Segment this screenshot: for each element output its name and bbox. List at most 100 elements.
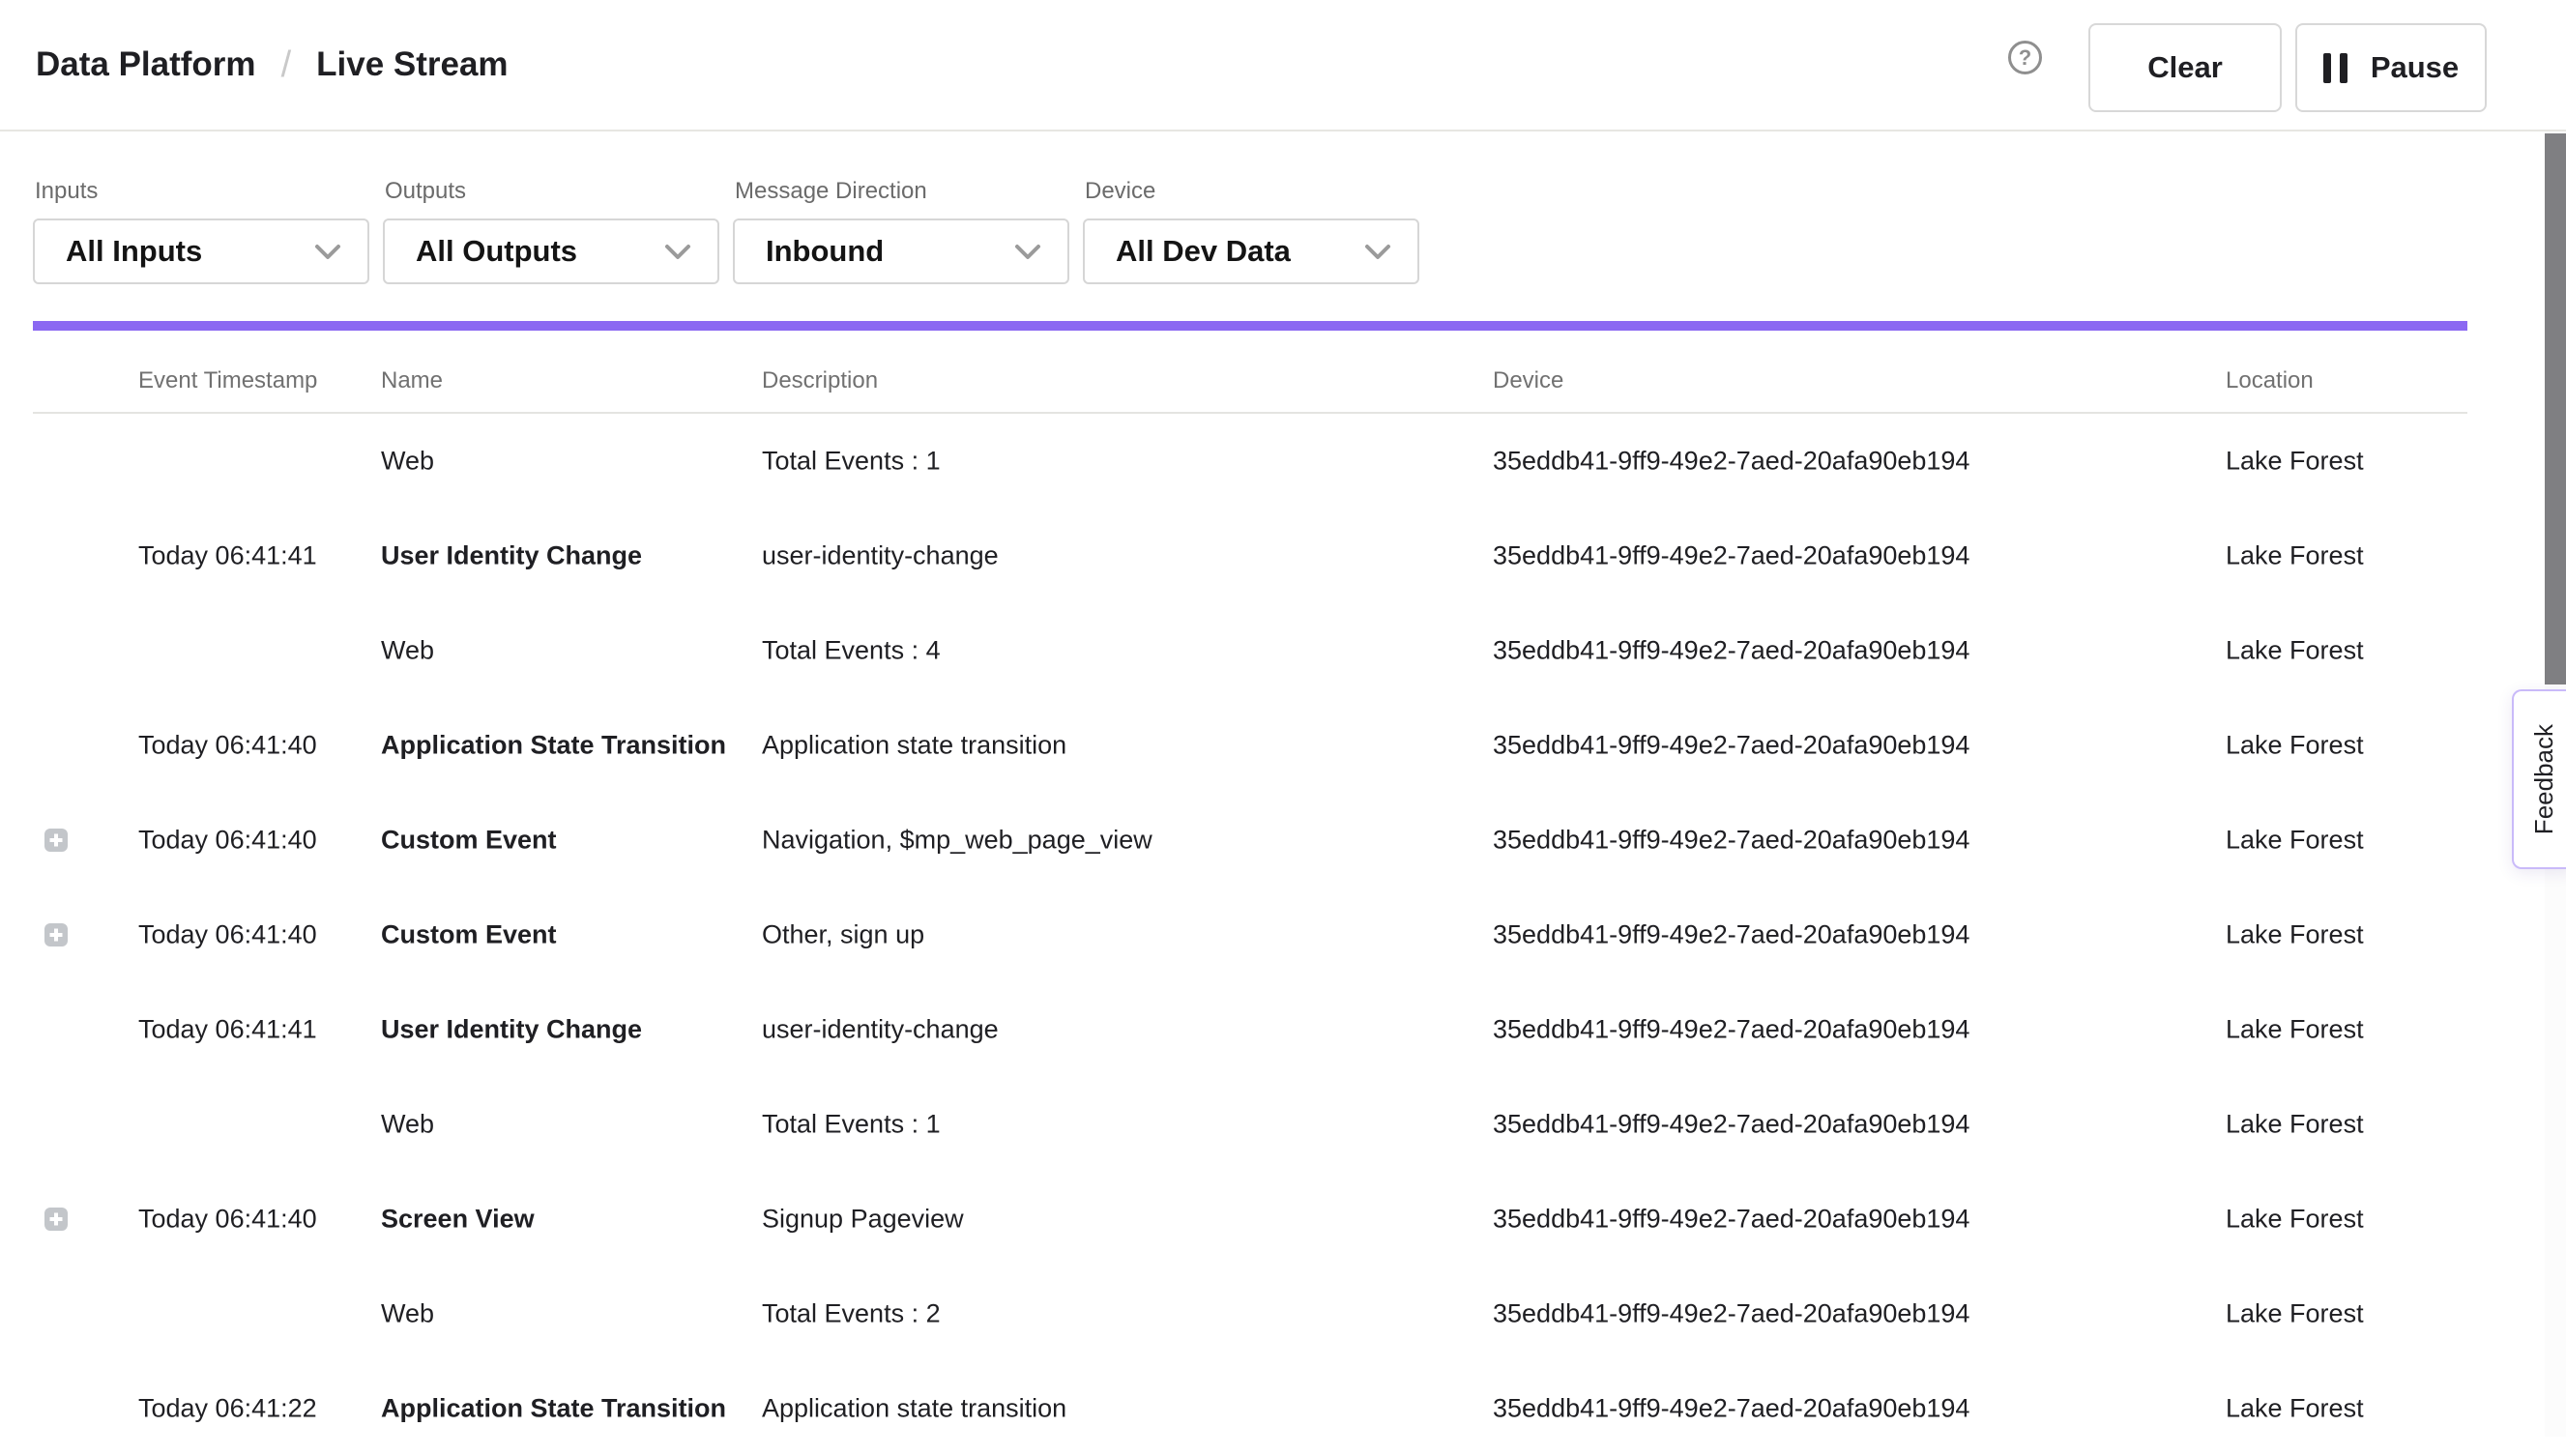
expand-row-button[interactable] bbox=[44, 923, 68, 946]
breadcrumb-item-data-platform[interactable]: Data Platform bbox=[36, 45, 256, 84]
event-timestamp: Today 06:41:40 bbox=[138, 731, 317, 761]
chevron-down-icon bbox=[1363, 243, 1392, 261]
event-name: User Identity Change bbox=[381, 541, 642, 571]
event-description: Total Events : 4 bbox=[762, 636, 941, 666]
filter-inputs: Inputs All Inputs bbox=[33, 178, 369, 284]
filter-select[interactable]: All Inputs bbox=[33, 218, 369, 284]
table-row[interactable]: Web Total Events : 1 35eddb41-9ff9-49e2-… bbox=[0, 414, 2566, 509]
event-location: Lake Forest bbox=[2226, 731, 2364, 761]
event-description: Total Events : 1 bbox=[762, 447, 941, 477]
expand-cell bbox=[44, 1018, 68, 1041]
event-timestamp: Today 06:41:41 bbox=[138, 1015, 317, 1045]
chevron-down-icon bbox=[663, 243, 692, 261]
event-device: 35eddb41-9ff9-49e2-7aed-20afa90eb194 bbox=[1493, 636, 1969, 666]
table-row[interactable]: Today 06:41:40 Custom Event Other, sign … bbox=[0, 888, 2566, 982]
filter-label: Inputs bbox=[35, 178, 369, 207]
filter-select[interactable]: All Dev Data bbox=[1083, 218, 1419, 284]
help-icon[interactable]: ? bbox=[2008, 41, 2042, 74]
pause-icon bbox=[2323, 53, 2347, 83]
event-location: Lake Forest bbox=[2226, 826, 2364, 856]
column-header-description: Description bbox=[762, 367, 878, 394]
expand-cell bbox=[44, 639, 68, 662]
event-description: Navigation, $mp_web_page_view bbox=[762, 826, 1152, 856]
event-timestamp: Today 06:41:40 bbox=[138, 1205, 317, 1235]
event-device: 35eddb41-9ff9-49e2-7aed-20afa90eb194 bbox=[1493, 1205, 1969, 1235]
scrollbar-thumb[interactable] bbox=[2545, 133, 2566, 684]
filter-label: Outputs bbox=[385, 178, 719, 207]
filter-select[interactable]: Inbound bbox=[733, 218, 1069, 284]
table-row[interactable]: Web Total Events : 1 35eddb41-9ff9-49e2-… bbox=[0, 1077, 2566, 1172]
event-name: Web bbox=[381, 1110, 434, 1140]
event-name: Screen View bbox=[381, 1205, 535, 1235]
event-timestamp: Today 06:41:22 bbox=[138, 1394, 317, 1424]
event-location: Lake Forest bbox=[2226, 1299, 2364, 1329]
event-location: Lake Forest bbox=[2226, 447, 2364, 477]
event-description: Signup Pageview bbox=[762, 1205, 964, 1235]
event-location: Lake Forest bbox=[2226, 1015, 2364, 1045]
event-location: Lake Forest bbox=[2226, 1110, 2364, 1140]
filter-select[interactable]: All Outputs bbox=[383, 218, 719, 284]
stream-progress-bar bbox=[33, 321, 2467, 331]
event-device: 35eddb41-9ff9-49e2-7aed-20afa90eb194 bbox=[1493, 1110, 1969, 1140]
event-table-body: Web Total Events : 1 35eddb41-9ff9-49e2-… bbox=[0, 414, 2566, 1456]
page-header: Data Platform / Live Stream ? Clear Paus… bbox=[0, 0, 2566, 131]
event-description: Total Events : 1 bbox=[762, 1110, 941, 1140]
event-description: Application state transition bbox=[762, 731, 1066, 761]
event-device: 35eddb41-9ff9-49e2-7aed-20afa90eb194 bbox=[1493, 826, 1969, 856]
expand-cell bbox=[44, 1113, 68, 1136]
table-row[interactable]: Today 06:41:40 Screen View Signup Pagevi… bbox=[0, 1172, 2566, 1267]
chevron-down-icon bbox=[313, 243, 342, 261]
event-location: Lake Forest bbox=[2226, 1394, 2364, 1424]
event-device: 35eddb41-9ff9-49e2-7aed-20afa90eb194 bbox=[1493, 541, 1969, 571]
event-name: Application State Transition bbox=[381, 731, 726, 761]
event-device: 35eddb41-9ff9-49e2-7aed-20afa90eb194 bbox=[1493, 920, 1969, 950]
expand-row-button[interactable] bbox=[44, 1208, 68, 1231]
table-row[interactable]: Web Total Events : 4 35eddb41-9ff9-49e2-… bbox=[0, 603, 2566, 698]
event-device: 35eddb41-9ff9-49e2-7aed-20afa90eb194 bbox=[1493, 1299, 1969, 1329]
column-header-location: Location bbox=[2226, 367, 2314, 394]
expand-cell bbox=[44, 829, 68, 852]
expand-row-button[interactable] bbox=[44, 829, 68, 852]
table-row[interactable]: Today 06:41:40 Application State Transit… bbox=[0, 698, 2566, 793]
table-row[interactable]: Today 06:41:41 User Identity Change user… bbox=[0, 509, 2566, 603]
clear-button[interactable]: Clear bbox=[2088, 23, 2282, 112]
event-name: Web bbox=[381, 1299, 434, 1329]
event-location: Lake Forest bbox=[2226, 636, 2364, 666]
event-name: Application State Transition bbox=[381, 1394, 726, 1424]
event-description: Total Events : 2 bbox=[762, 1299, 941, 1329]
expand-cell bbox=[44, 734, 68, 757]
event-location: Lake Forest bbox=[2226, 920, 2364, 950]
event-location: Lake Forest bbox=[2226, 1205, 2364, 1235]
event-name: Web bbox=[381, 636, 434, 666]
event-timestamp: Today 06:41:40 bbox=[138, 920, 317, 950]
column-header-device: Device bbox=[1493, 367, 1563, 394]
breadcrumb: Data Platform / Live Stream bbox=[36, 0, 509, 130]
breadcrumb-item-live-stream: Live Stream bbox=[316, 45, 508, 84]
event-description: user-identity-change bbox=[762, 1015, 999, 1045]
expand-cell bbox=[44, 1302, 68, 1325]
column-header-name: Name bbox=[381, 367, 443, 394]
feedback-tab[interactable]: Feedback bbox=[2512, 689, 2566, 869]
table-row[interactable]: Today 06:41:41 User Identity Change user… bbox=[0, 982, 2566, 1077]
table-header-row: Event Timestamp Name Description Device … bbox=[0, 350, 2566, 412]
event-name: User Identity Change bbox=[381, 1015, 642, 1045]
pause-button[interactable]: Pause bbox=[2295, 23, 2487, 112]
event-timestamp: Today 06:41:41 bbox=[138, 541, 317, 571]
breadcrumb-separator: / bbox=[281, 44, 292, 86]
event-device: 35eddb41-9ff9-49e2-7aed-20afa90eb194 bbox=[1493, 1394, 1969, 1424]
table-row[interactable]: Today 06:41:40 Custom Event Navigation, … bbox=[0, 793, 2566, 888]
event-device: 35eddb41-9ff9-49e2-7aed-20afa90eb194 bbox=[1493, 1015, 1969, 1045]
event-name: Web bbox=[381, 447, 434, 477]
filter-selected-value: All Inputs bbox=[66, 234, 202, 269]
column-header-event-timestamp: Event Timestamp bbox=[138, 367, 317, 394]
table-row[interactable]: Today 06:41:22 Application State Transit… bbox=[0, 1361, 2566, 1456]
filters-bar: Inputs All Inputs Outputs All Outputs Me… bbox=[33, 178, 1419, 284]
event-description: user-identity-change bbox=[762, 541, 999, 571]
event-name: Custom Event bbox=[381, 826, 557, 856]
table-row[interactable]: Web Total Events : 2 35eddb41-9ff9-49e2-… bbox=[0, 1267, 2566, 1361]
filter-selected-value: Inbound bbox=[766, 234, 884, 269]
filter-message-direction: Message Direction Inbound bbox=[733, 178, 1069, 284]
expand-cell bbox=[44, 1397, 68, 1420]
expand-cell bbox=[44, 923, 68, 946]
filter-selected-value: All Outputs bbox=[416, 234, 577, 269]
